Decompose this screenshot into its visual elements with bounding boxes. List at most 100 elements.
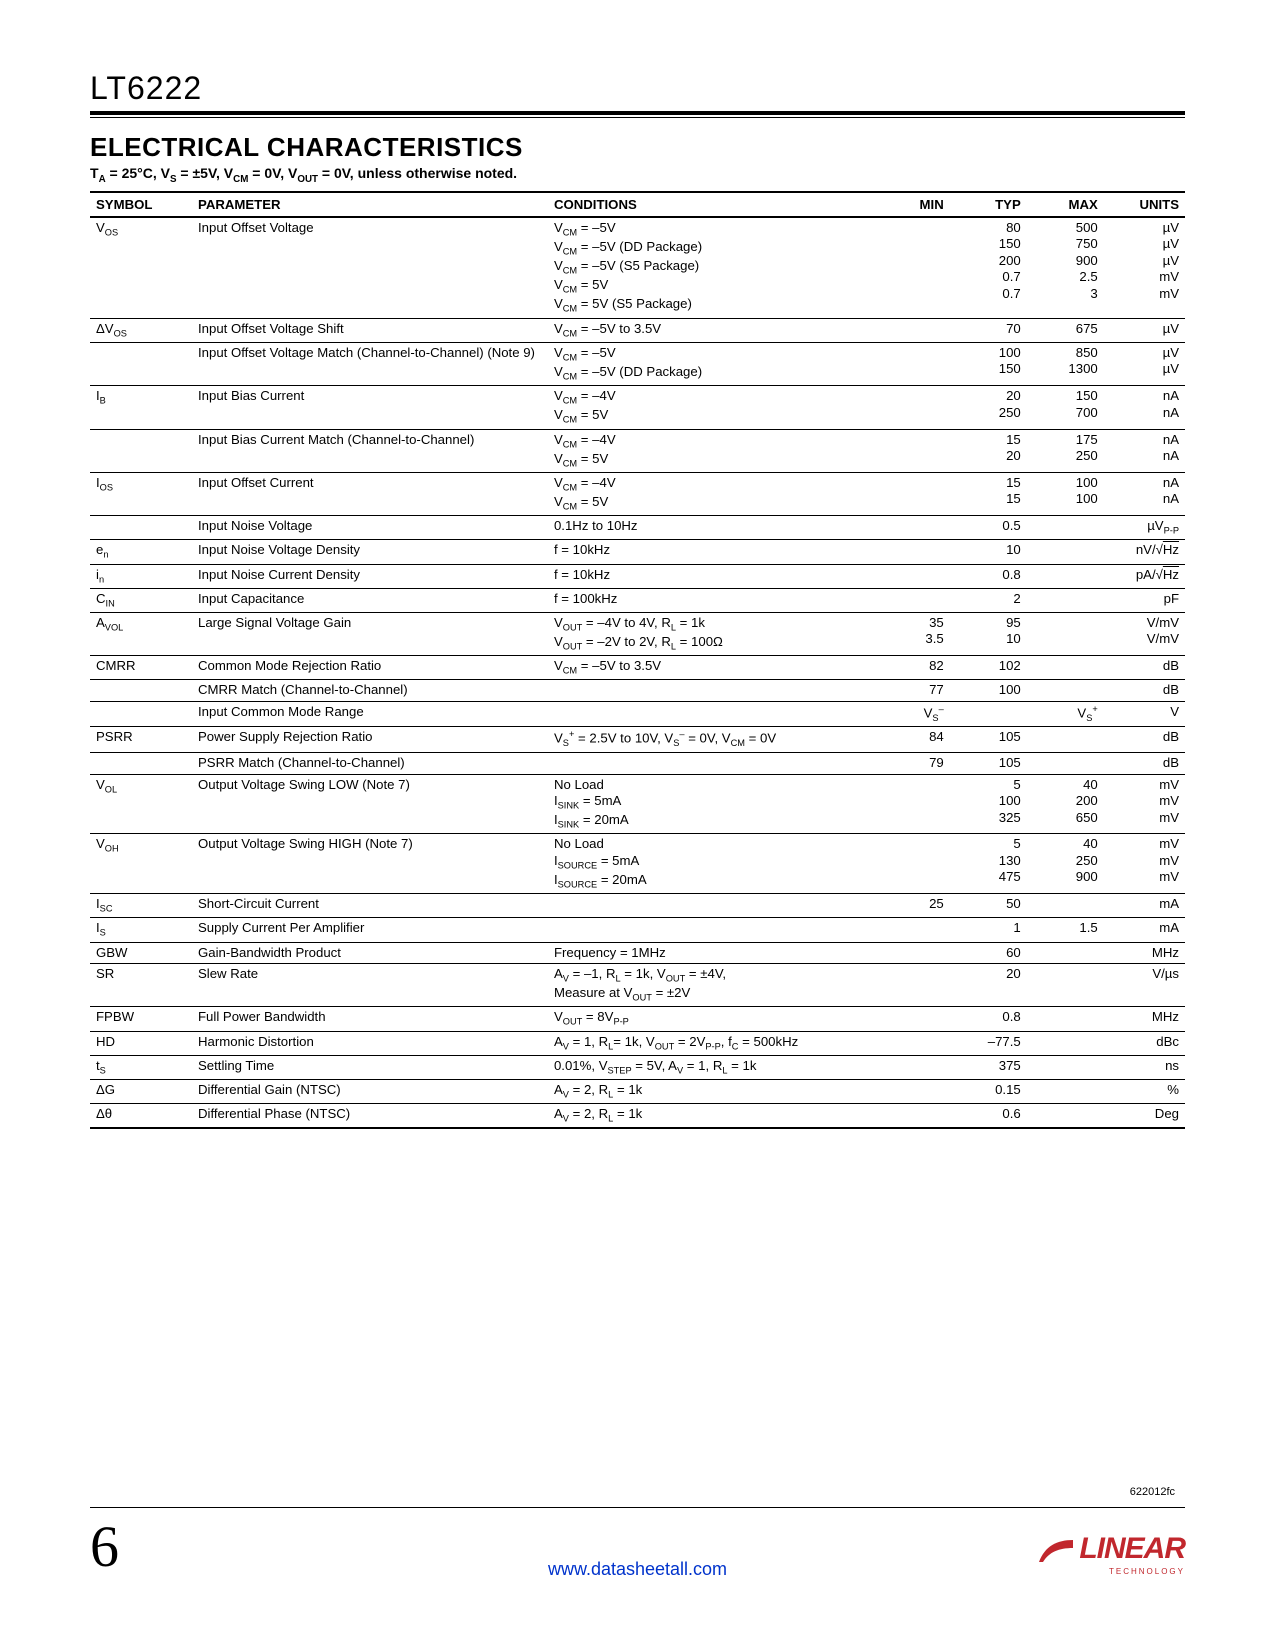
cell-typ: 0.15: [950, 1079, 1027, 1103]
cell-parameter: Input Offset Voltage Shift: [192, 318, 548, 342]
table-row: PSRR Match (Channel-to-Channel)79105dB: [90, 753, 1185, 775]
cell-units: µVP-P: [1104, 516, 1185, 540]
cell-conditions: f = 10kHz: [548, 540, 873, 564]
cell-min: [873, 429, 950, 472]
cell-max: 8501300: [1027, 342, 1104, 385]
cell-max: 100100: [1027, 472, 1104, 515]
cell-min: 79: [873, 753, 950, 775]
header-rule-thin: [90, 117, 1185, 118]
cell-symbol: AVOL: [90, 612, 192, 655]
cell-symbol: IB: [90, 386, 192, 429]
cell-units: mVmVmV: [1104, 834, 1185, 894]
footer-rule: [90, 1507, 1185, 1508]
cell-min: [873, 588, 950, 612]
cell-conditions: f = 100kHz: [548, 588, 873, 612]
cell-typ: 105: [950, 753, 1027, 775]
table-row: VOHOutput Voltage Swing HIGH (Note 7)No …: [90, 834, 1185, 894]
cell-parameter: Input Noise Voltage: [192, 516, 548, 540]
cell-conditions: Frequency = 1MHz: [548, 942, 873, 964]
cell-units: V: [1104, 701, 1185, 727]
cell-conditions: VOUT = 8VP-P: [548, 1007, 873, 1031]
table-row: CINInput Capacitancef = 100kHz2pF: [90, 588, 1185, 612]
cell-typ: 50: [950, 894, 1027, 918]
cell-typ: 100: [950, 680, 1027, 702]
cell-typ: 2: [950, 588, 1027, 612]
cell-max: [1027, 612, 1104, 655]
cell-parameter: Output Voltage Swing HIGH (Note 7): [192, 834, 548, 894]
cell-symbol: CMRR: [90, 656, 192, 680]
cell-symbol: [90, 342, 192, 385]
table-row: Input Common Mode RangeVS–VS+V: [90, 701, 1185, 727]
cell-parameter: Input Common Mode Range: [192, 701, 548, 727]
table-row: Input Noise Voltage0.1Hz to 10Hz0.5µVP-P: [90, 516, 1185, 540]
cell-symbol: [90, 701, 192, 727]
cell-typ: 1515: [950, 472, 1027, 515]
cell-typ: 60: [950, 942, 1027, 964]
cell-parameter: Power Supply Rejection Ratio: [192, 727, 548, 753]
electrical-characteristics-table: SYMBOL PARAMETER CONDITIONS MIN TYP MAX …: [90, 191, 1185, 1129]
cell-units: nAnA: [1104, 429, 1185, 472]
cell-max: 150700: [1027, 386, 1104, 429]
cell-symbol: ΔVOS: [90, 318, 192, 342]
cell-min: [873, 540, 950, 564]
cell-symbol: [90, 516, 192, 540]
cell-min: [873, 774, 950, 834]
cell-max: [1027, 656, 1104, 680]
cell-conditions: VCM = –5V to 3.5V: [548, 318, 873, 342]
brand-name: LINEAR: [1079, 1532, 1185, 1565]
cell-parameter: Differential Phase (NTSC): [192, 1104, 548, 1129]
section-conditions: TA = 25°C, VS = ±5V, VCM = 0V, VOUT = 0V…: [90, 165, 1185, 185]
cell-max: [1027, 964, 1104, 1007]
cell-max: [1027, 680, 1104, 702]
cell-min: [873, 1104, 950, 1129]
cell-max: [1027, 942, 1104, 964]
cell-units: µVµVµVmVmV: [1104, 217, 1185, 318]
brand-logo: LINEAR TECHNOLOGY: [1037, 1532, 1185, 1576]
cell-symbol: VOH: [90, 834, 192, 894]
cell-conditions: f = 10kHz: [548, 564, 873, 588]
cell-typ: 20: [950, 964, 1027, 1007]
cell-parameter: Input Offset Voltage Match (Channel-to-C…: [192, 342, 548, 385]
cell-symbol: [90, 429, 192, 472]
cell-units: dB: [1104, 727, 1185, 753]
cell-typ: 5100325: [950, 774, 1027, 834]
cell-min: [873, 1007, 950, 1031]
cell-units: Deg: [1104, 1104, 1185, 1129]
cell-symbol: in: [90, 564, 192, 588]
cell-conditions: VCM = –4VVCM = 5V: [548, 472, 873, 515]
cell-symbol: [90, 753, 192, 775]
table-row: ISSupply Current Per Amplifier11.5mA: [90, 918, 1185, 942]
cell-min: 84: [873, 727, 950, 753]
table-row: AVOLLarge Signal Voltage GainVOUT = –4V …: [90, 612, 1185, 655]
table-row: SRSlew RateAV = –1, RL = 1k, VOUT = ±4V,…: [90, 964, 1185, 1007]
table-row: IOSInput Offset CurrentVCM = –4VVCM = 5V…: [90, 472, 1185, 515]
cell-typ: 9510: [950, 612, 1027, 655]
table-row: ΔθDifferential Phase (NTSC)AV = 2, RL = …: [90, 1104, 1185, 1129]
cell-units: %: [1104, 1079, 1185, 1103]
table-row: CMRR Match (Channel-to-Channel)77100dB: [90, 680, 1185, 702]
cell-parameter: Input Offset Current: [192, 472, 548, 515]
cell-max: [1027, 1031, 1104, 1055]
cell-max: 1.5: [1027, 918, 1104, 942]
cell-conditions: [548, 701, 873, 727]
cell-max: 675: [1027, 318, 1104, 342]
th-min: MIN: [873, 192, 950, 217]
cell-units: µV: [1104, 318, 1185, 342]
cell-parameter: Full Power Bandwidth: [192, 1007, 548, 1031]
cell-symbol: SR: [90, 964, 192, 1007]
cell-units: ns: [1104, 1055, 1185, 1079]
cell-symbol: IS: [90, 918, 192, 942]
cell-units: nAnA: [1104, 472, 1185, 515]
cell-parameter: Common Mode Rejection Ratio: [192, 656, 548, 680]
th-conditions: CONDITIONS: [548, 192, 873, 217]
cell-symbol: PSRR: [90, 727, 192, 753]
table-row: HDHarmonic DistortionAV = 1, RL= 1k, VOU…: [90, 1031, 1185, 1055]
cell-max: 40250900: [1027, 834, 1104, 894]
table-row: Input Offset Voltage Match (Channel-to-C…: [90, 342, 1185, 385]
table-row: ISCShort-Circuit Current2550mA: [90, 894, 1185, 918]
th-typ: TYP: [950, 192, 1027, 217]
cell-min: [873, 1079, 950, 1103]
cell-typ: 70: [950, 318, 1027, 342]
cell-max: [1027, 516, 1104, 540]
cell-parameter: Harmonic Distortion: [192, 1031, 548, 1055]
